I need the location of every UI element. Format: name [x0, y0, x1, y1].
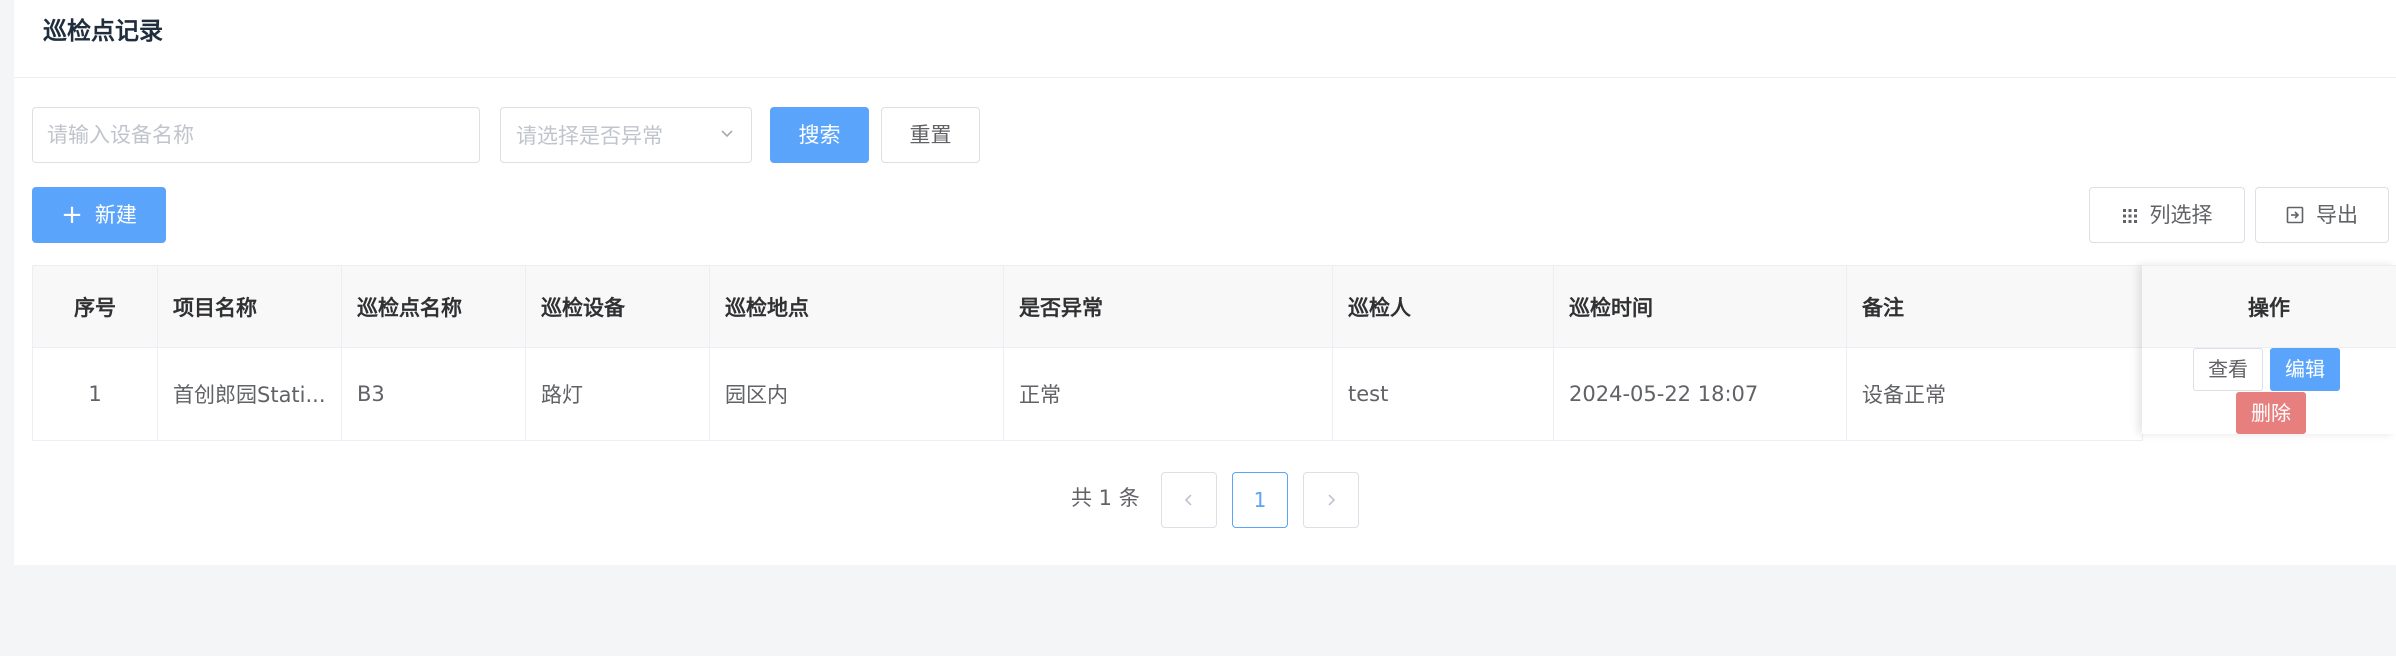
table-cell-inspector: test [1333, 348, 1554, 441]
table-cell-remark: 设备正常 [1847, 348, 2143, 441]
chevron-down-icon [721, 130, 733, 138]
column-header-location: 巡检地点 [710, 266, 1004, 348]
title-divider [14, 77, 2396, 78]
column-header-time: 巡检时间 [1554, 266, 1847, 348]
abnormal-select[interactable]: 请选择是否异常 [500, 107, 752, 163]
table-cell-point: B3 [342, 348, 526, 441]
next-page-button[interactable] [1303, 472, 1359, 528]
grid-icon [2122, 209, 2137, 223]
plus-icon: + [61, 200, 83, 230]
column-header-remark: 备注 [1847, 266, 2143, 348]
chevron-left-icon [1184, 494, 1192, 506]
export-icon [2286, 206, 2304, 224]
export-label: 导出 [2316, 203, 2358, 227]
table-cell-index: 1 [33, 348, 158, 441]
table-cell-project: 首创郎园Stati... [158, 348, 342, 441]
column-header-inspector: 巡检人 [1333, 266, 1554, 348]
search-button[interactable]: 搜索 [770, 107, 869, 163]
chevron-right-icon [1328, 494, 1336, 506]
column-select-label: 列选择 [2149, 203, 2213, 227]
view-button[interactable]: 查看 [2193, 348, 2263, 391]
column-header-index: 序号 [33, 266, 158, 348]
table-cell-abnormal: 正常 [1004, 348, 1333, 441]
page-number-button[interactable]: 1 [1232, 472, 1288, 528]
table-cell-device: 路灯 [526, 348, 710, 441]
delete-button[interactable]: 删除 [2236, 392, 2306, 434]
table-cell-location: 园区内 [710, 348, 1004, 441]
column-header-point: 巡检点名称 [342, 266, 526, 348]
abnormal-select-placeholder: 请选择是否异常 [516, 124, 663, 148]
records-table: 序号 项目名称 巡检点名称 巡检设备 巡检地点 是否异常 巡检人 巡检时间 备注… [32, 265, 2396, 441]
table-cell-time: 2024-05-22 18:07 [1554, 348, 1847, 441]
edit-button[interactable]: 编辑 [2270, 348, 2340, 391]
column-header-actions: 操作 [2142, 266, 2396, 348]
column-header-abnormal: 是否异常 [1004, 266, 1333, 348]
new-button-label: 新建 [94, 203, 137, 227]
pagination-total: 共 1 条 [1071, 486, 1140, 510]
column-select-button[interactable]: 列选择 [2089, 187, 2245, 243]
actions-column: 操作 查看 编辑 删除 [2142, 265, 2396, 434]
page-title: 巡检点记录 [43, 17, 163, 45]
device-name-input[interactable] [33, 108, 479, 162]
column-header-device: 巡检设备 [526, 266, 710, 348]
reset-button[interactable]: 重置 [881, 107, 980, 163]
device-name-input-wrapper [32, 107, 480, 163]
column-header-project: 项目名称 [158, 266, 342, 348]
export-button[interactable]: 导出 [2255, 187, 2389, 243]
new-button[interactable]: + 新建 [32, 187, 166, 243]
prev-page-button[interactable] [1161, 472, 1217, 528]
